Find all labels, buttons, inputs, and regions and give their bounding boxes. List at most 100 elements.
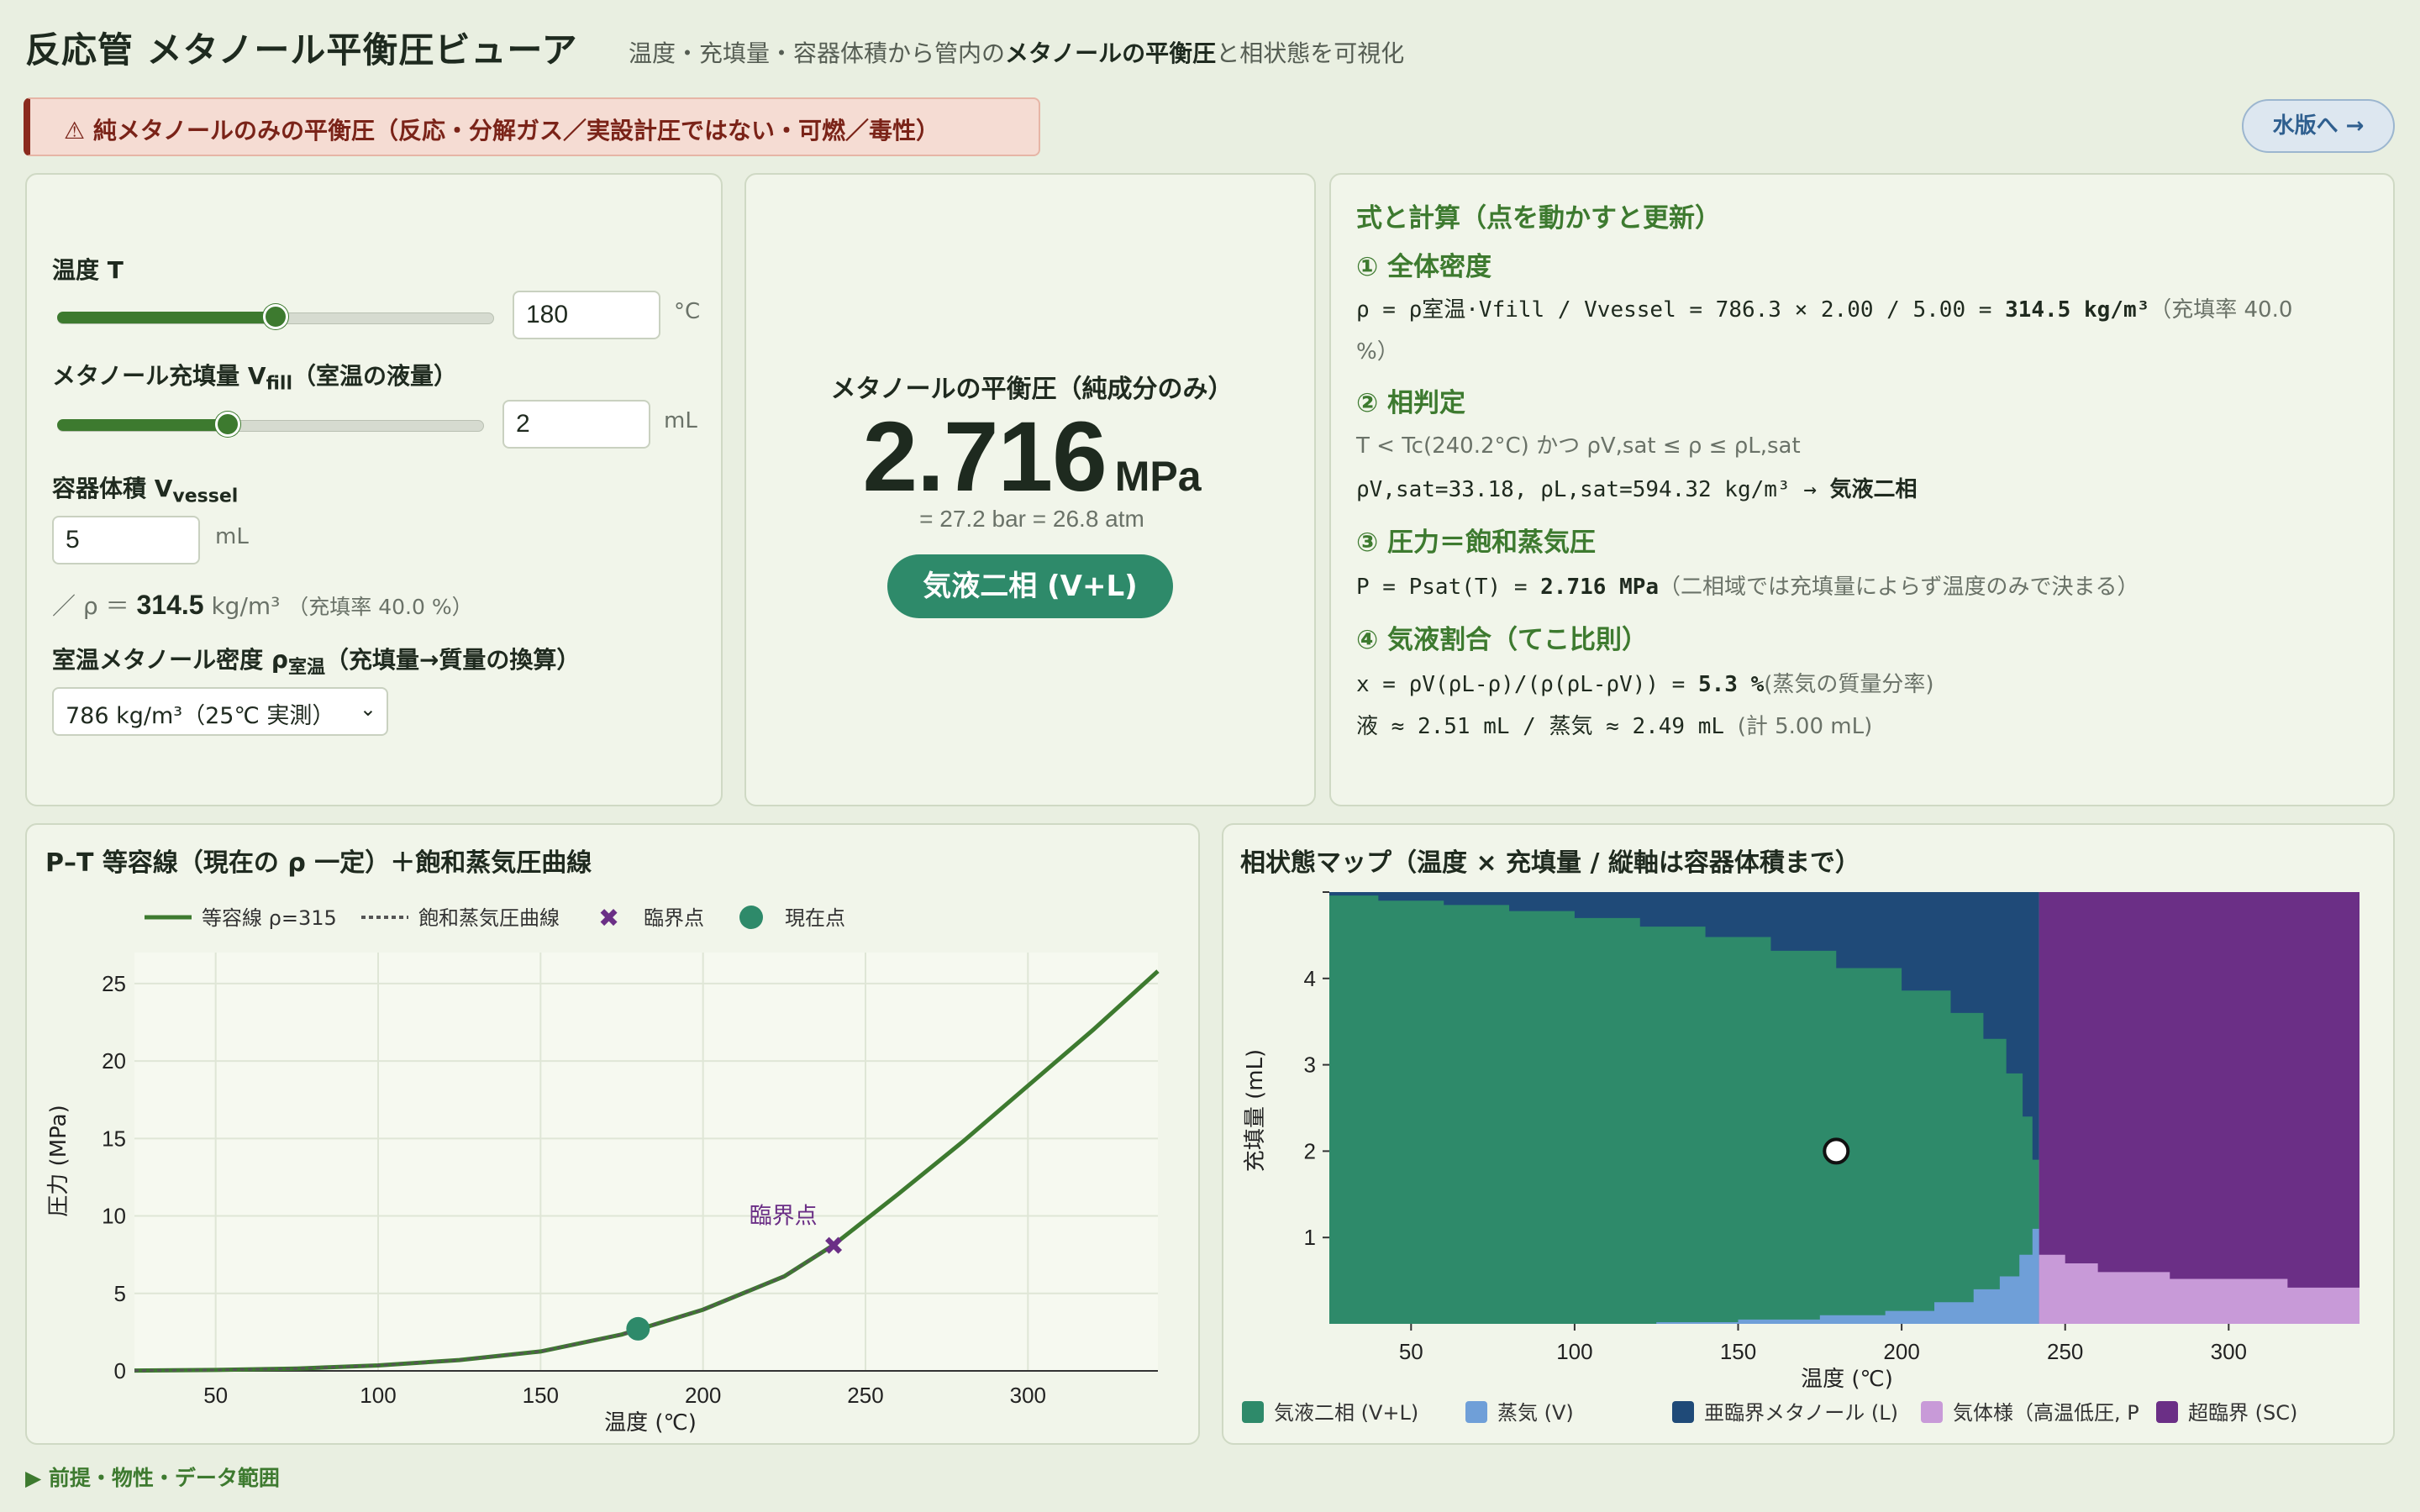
s1-note: （充填率 40.0 [2149, 297, 2293, 323]
warning-banner: ⚠ 純メタノールのみの平衡圧（反応・分解ガス／実設計圧ではない・可燃／毒性） [24, 97, 1040, 156]
formula-s1-line: ρ = ρ室温·Vfill / Vvessel = 786.3 × 2.00 /… [1356, 292, 2381, 323]
result-panel: メタノールの平衡圧（純成分のみ） 2.716 MPa = 27.2 bar = 2… [744, 173, 1316, 806]
formula-s2-line1: T < Tc(240.2°C) かつ ρV,sat ≤ ρ ≤ ρL,sat [1356, 428, 1801, 459]
fill-label-sub: fill [266, 373, 292, 395]
map-ytick-label: 4 [1304, 966, 1316, 991]
density-label: 室温メタノール密度 ρ室温（充填量→質量の換算） [52, 642, 580, 680]
map-xtick-label: 150 [1720, 1339, 1756, 1364]
map-ytick-label: 1 [1304, 1225, 1316, 1250]
phase-map-chart: 50 100 150 200 250 300 1 2 3 4 温度 (℃) 充填量 (mL) 気液… [1242, 891, 2360, 1425]
legend-swatch [1921, 1401, 1943, 1423]
formula-panel: 式と計算（点を動かすと更新） ① 全体密度 ρ = ρ室温·Vfill / Vv… [1329, 173, 2395, 806]
pt-ytick-label: 20 [102, 1048, 126, 1074]
fill-input[interactable]: 2 [502, 400, 650, 449]
vessel-unit: mL [215, 524, 249, 549]
pt-xlabel: 温度 (℃) [604, 1410, 697, 1436]
density-label-post: （充填量→質量の換算） [324, 646, 581, 674]
pressure-conversion: = 27.2 bar = 26.8 atm [919, 506, 1144, 532]
subtitle-bold: メタノールの平衡圧 [1005, 39, 1217, 67]
pressure-unit: MPa [1114, 453, 1202, 500]
formula-s4-line1: x = ρV(ρL-ρ)/(ρ(ρL-ρV)) = 5.3 %(蒸気の質量分率) [1356, 667, 1934, 698]
temp-slider[interactable] [57, 304, 494, 329]
temp-input[interactable]: 180 [513, 291, 660, 339]
legend-label: 気液二相 (V+L) [1274, 1401, 1418, 1425]
rho-readout: ／ ρ ＝ 314.5 kg/m³ （充填率 40.0 %） [52, 588, 473, 622]
fill-unit: mL [664, 408, 697, 433]
s4-note: (蒸気の質量分率) [1764, 672, 1934, 697]
formula-title: 式と計算（点を動かすと更新） [1356, 203, 1721, 234]
formula-s1-head: ① 全体密度 [1356, 252, 1492, 282]
fill-slider[interactable] [57, 412, 484, 437]
fill-label-pre: メタノール充填量 V [52, 362, 266, 390]
formula-s1-line2: %） [1356, 334, 1399, 365]
fill-slider-fill [57, 419, 229, 431]
page-title: 反応管 メタノール平衡圧ビューア [25, 29, 578, 71]
map-current-point[interactable] [1823, 1137, 1850, 1165]
pt-xtick-label: 200 [685, 1383, 721, 1408]
map-xtick-label: 50 [1399, 1339, 1423, 1364]
pt-chart: 等容線 ρ=315 飽和蒸気圧曲線 ✖ 臨界点 現在点 50 100 150 200 2… [46, 904, 1160, 1436]
formula-s3-line: P = Psat(T) = 2.716 MPa（二相域では充填量によらず温度のみ… [1356, 570, 2139, 601]
phase-map-regions [1329, 892, 2360, 1324]
rho-value: 314.5 [136, 590, 204, 620]
subtitle-pre: 温度・充填量・容器体積から管内の [629, 39, 1006, 67]
pt-ytick-label: 0 [114, 1358, 126, 1383]
input-panel: 温度 T 180 °C メタノール充填量 Vfill（室温の液量） 2 mL 容… [25, 173, 723, 806]
critical-point-label: 臨界点 [750, 1204, 818, 1230]
formula-s2-line2: ρV,sat=33.18, ρL,sat=594.32 kg/m³ → 気液二相 [1356, 472, 1918, 503]
pt-chart-panel: P–T 等容線（現在の ρ 一定）＋飽和蒸気圧曲線 等容線 ρ=315 飽和蒸気… [25, 823, 1200, 1445]
legend-saturation-label: 飽和蒸気圧曲線 [418, 906, 560, 930]
formula-s3-head: ③ 圧力＝飽和蒸気圧 [1356, 528, 1597, 558]
page-subtitle: 温度・充填量・容器体積から管内のメタノールの平衡圧と相状態を可視化 [629, 35, 1404, 69]
density-label-sub: 室温 [287, 657, 325, 679]
s1-note2: %） [1356, 339, 1399, 365]
formula-s4-line2: 液 ≈ 2.51 mL / 蒸気 ≈ 2.49 mL (計 5.00 mL) [1356, 709, 1872, 740]
s4-volumes: 液 ≈ 2.51 mL / 蒸気 ≈ 2.49 mL [1356, 714, 1725, 739]
result-pressure: 2.716 MPa [746, 400, 1318, 514]
legend-label: 超臨界 (SC) [2188, 1401, 2297, 1425]
phase-badge: 気液二相 (V+L) [887, 554, 1173, 618]
legend-current-label: 現在点 [785, 906, 845, 930]
vessel-input[interactable]: 5 [52, 516, 200, 564]
s4-result: 5.3 % [1698, 672, 1765, 697]
legend-critical-icon: ✖ [598, 904, 619, 933]
legend-label: 蒸気 (V) [1497, 1401, 1574, 1425]
region-supercritical [2039, 892, 2360, 1324]
s2-phase: 気液二相 [1829, 477, 1918, 502]
water-version-button[interactable]: 水版へ → [2242, 99, 2395, 153]
pt-xtick-label: 100 [360, 1383, 396, 1408]
pressure-value: 2.716 [862, 402, 1107, 512]
map-ytick-label: 3 [1304, 1053, 1316, 1078]
s3-result: 2.716 MPa [1540, 575, 1660, 600]
map-xtick-label: 200 [1883, 1339, 1919, 1364]
pt-xtick-label: 250 [847, 1383, 883, 1408]
s2-condition: T < Tc(240.2°C) かつ ρV,sat ≤ ρ ≤ ρL,sat [1356, 433, 1801, 459]
current-point-marker[interactable] [626, 1316, 650, 1341]
pt-plot-area [134, 953, 1158, 1371]
phase-map-legend: 気液二相 (V+L) 蒸気 (V) 亜臨界メタノール (L) 気体様（高温低圧, P 超… [1242, 1401, 2297, 1425]
density-label-pre: 室温メタノール密度 ρ [52, 646, 288, 674]
legend-label: 亜臨界メタノール (L) [1704, 1401, 1898, 1425]
pt-ytick-label: 15 [102, 1126, 126, 1151]
s2-values: ρV,sat=33.18, ρL,sat=594.32 kg/m³ → [1356, 477, 1830, 502]
vessel-label-sub: vessel [172, 486, 239, 507]
s1-result: 314.5 kg/m³ [2005, 297, 2150, 323]
critical-point-marker: ✖ [823, 1232, 844, 1262]
temp-slider-handle[interactable] [263, 304, 288, 329]
pt-ytick-label: 10 [102, 1204, 126, 1229]
rho-prefix: ／ ρ ＝ [52, 592, 129, 620]
density-select[interactable]: 786 kg/m³（25℃ 実測） ⌄ [52, 687, 388, 736]
pt-ylabel: 圧力 (MPa) [46, 1105, 71, 1216]
fill-label-post: （室温の液量） [292, 362, 457, 390]
legend-label: 気体様（高温低圧, P [1953, 1401, 2139, 1425]
vessel-label: 容器体積 Vvessel [52, 470, 238, 507]
map-xlabel: 温度 (℃) [1801, 1367, 1893, 1392]
assumptions-toggle[interactable]: ▶ 前提・物性・データ範囲 [25, 1462, 280, 1492]
pt-xtick-label: 50 [203, 1383, 228, 1408]
pt-ytick-label: 25 [102, 971, 126, 996]
map-ytick-label: 2 [1304, 1138, 1316, 1163]
fill-slider-handle[interactable] [215, 412, 241, 437]
pt-xtick-label: 150 [523, 1383, 559, 1408]
fill-label: メタノール充填量 Vfill（室温の液量） [52, 358, 457, 395]
phase-map-panel: 相状態マップ（温度 × 充填量 / 縦軸は容器体積まで） 50 100 150 200… [1222, 823, 2395, 1445]
